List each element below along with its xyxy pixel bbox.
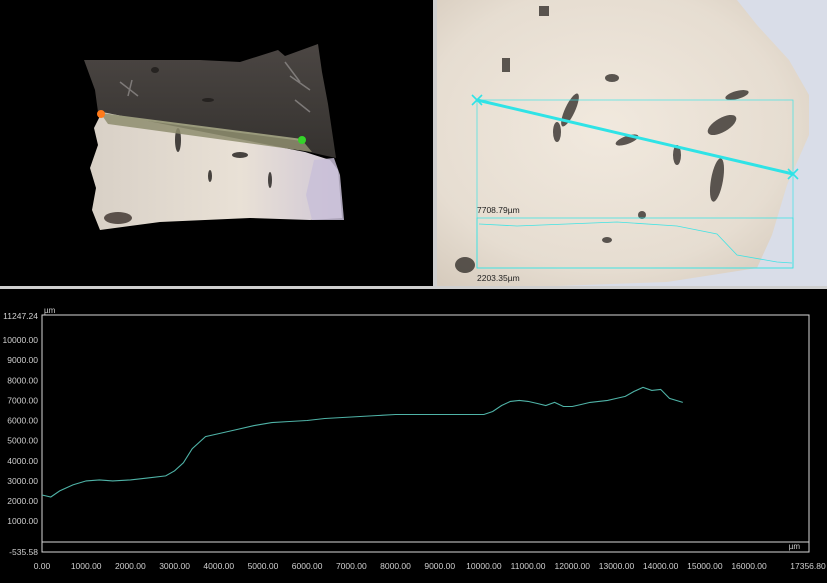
y-max-label: 11247.24 <box>3 311 38 321</box>
x-tick-label: 2000.00 <box>115 561 146 571</box>
x-unit-label: µm <box>789 542 801 551</box>
y-tick-label: 7000.00 <box>7 395 38 405</box>
y-tick-label: 1000.00 <box>7 516 38 526</box>
y-min-label: -535.58 <box>9 547 38 557</box>
x-tick-label: 12000.00 <box>555 561 591 571</box>
microscope-image[interactable]: 7708.79µm 2203.35µm <box>437 0 827 286</box>
start-marker-3d[interactable] <box>97 110 105 118</box>
y-unit-label: µm <box>44 306 56 315</box>
x-tick-label: 14000.00 <box>643 561 679 571</box>
height-label: 2203.35µm <box>477 273 520 283</box>
x-tick-label: 1000.00 <box>71 561 102 571</box>
x-tick-label: 13000.00 <box>599 561 635 571</box>
y-tick-label: 6000.00 <box>7 416 38 426</box>
3d-model-canvas[interactable] <box>0 0 433 286</box>
3d-view-panel[interactable] <box>0 0 433 286</box>
x-tick-label: 16000.00 <box>731 561 767 571</box>
y-tick-label: 4000.00 <box>7 456 38 466</box>
x-tick-label: 6000.00 <box>292 561 323 571</box>
plot-frame <box>41 314 810 553</box>
x-max-label: 17356.80 <box>790 561 826 571</box>
x-tick-label: 3000.00 <box>159 561 190 571</box>
profile-chart-panel[interactable]: 1000.00 2000.00 3000.00 4000.00 5000.00 6000.… <box>0 289 827 578</box>
x-tick-label: 0.00 <box>34 561 51 571</box>
y-tick-label: 8000.00 <box>7 375 38 385</box>
x-axis: 0.00 1000.00 2000.00 3000.00 4000.00 5000.00 6… <box>34 561 767 571</box>
y-tick-label: 5000.00 <box>7 436 38 446</box>
x-tick-label: 7000.00 <box>336 561 367 571</box>
length-label: 7708.79µm <box>477 205 520 215</box>
y-tick-label: 3000.00 <box>7 476 38 486</box>
x-tick-label: 10000.00 <box>466 561 502 571</box>
end-marker-3d[interactable] <box>298 136 306 144</box>
y-tick-label: 9000.00 <box>7 355 38 365</box>
microscope-view-panel[interactable]: 7708.79µm 2203.35µm <box>437 0 827 286</box>
y-tick-label: 10000.00 <box>3 335 39 345</box>
x-tick-label: 11000.00 <box>511 561 546 571</box>
x-tick-label: 5000.00 <box>248 561 279 571</box>
y-tick-label: 2000.00 <box>7 496 38 506</box>
profile-chart[interactable]: 1000.00 2000.00 3000.00 4000.00 5000.00 6000.… <box>0 289 827 578</box>
profile-series-line[interactable] <box>41 386 683 498</box>
x-tick-label: 9000.00 <box>424 561 455 571</box>
x-tick-label: 15000.00 <box>687 561 723 571</box>
x-tick-label: 8000.00 <box>380 561 411 571</box>
y-axis: 1000.00 2000.00 3000.00 4000.00 5000.00 6000.… <box>3 335 39 526</box>
x-tick-label: 4000.00 <box>203 561 234 571</box>
